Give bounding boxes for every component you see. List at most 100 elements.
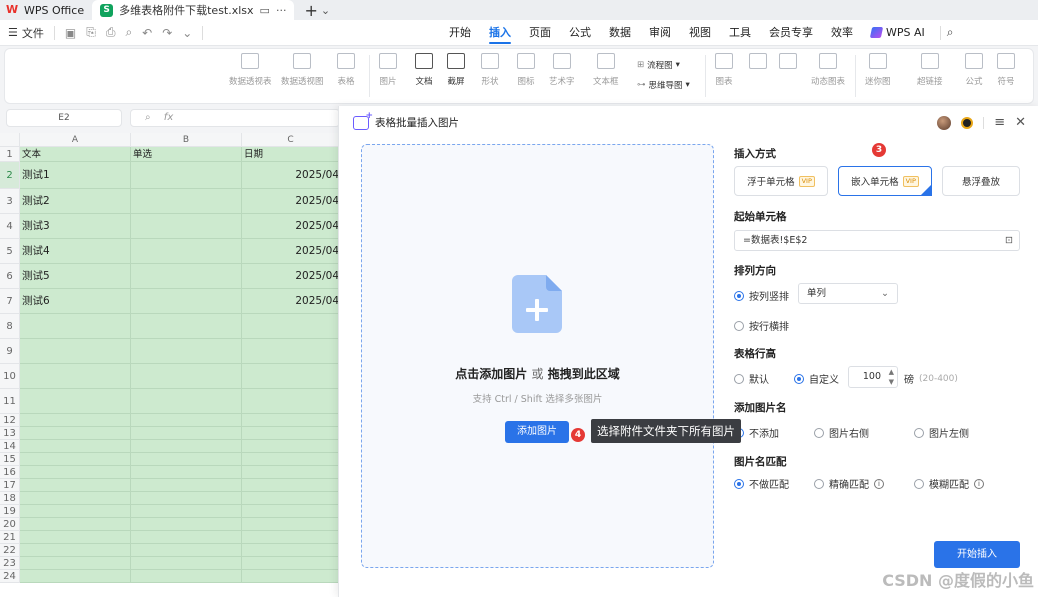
table-cell[interactable] — [20, 570, 131, 583]
table-cell[interactable] — [20, 414, 131, 427]
table-cell[interactable]: 测试1 — [20, 162, 131, 189]
header-cell[interactable]: 日期 — [242, 147, 340, 162]
table-cell[interactable] — [20, 440, 131, 453]
row-header[interactable]: 15 — [0, 453, 20, 466]
row-header[interactable]: 16 — [0, 466, 20, 479]
table-cell[interactable] — [20, 557, 131, 570]
chevron-down-icon[interactable]: ⌄ — [321, 4, 330, 17]
zoom-icon[interactable]: ⌕ — [145, 112, 151, 123]
row-header[interactable]: 10 — [0, 364, 20, 389]
name-right-radio[interactable]: 图片右侧 — [814, 425, 869, 440]
pivot-chart-button[interactable]: 数据透视图 — [281, 53, 324, 87]
file-menu[interactable]: 文件 — [22, 25, 44, 41]
dynamic-chart-button[interactable]: 动态图表 — [811, 53, 845, 87]
table-cell[interactable] — [131, 557, 242, 570]
new-tab-icon[interactable]: + — [304, 1, 317, 20]
formula-input[interactable]: ⌕ fx — [130, 109, 340, 127]
shape-button[interactable]: 形状 — [481, 53, 499, 87]
name-box[interactable]: E2 — [6, 109, 122, 127]
start-insert-button[interactable]: 开始插入 — [934, 541, 1020, 568]
float-over-cell-option[interactable]: 浮于单元格 VIP — [734, 166, 828, 196]
more-dots-icon[interactable]: ··· — [276, 4, 287, 17]
row-header[interactable]: 9 — [0, 339, 20, 364]
name-left-radio[interactable]: 图片左侧 — [914, 425, 969, 440]
sparkline-button[interactable]: 迷你图 — [865, 53, 891, 87]
table-cell[interactable] — [20, 531, 131, 544]
picture-drop-zone[interactable]: 点击添加图片 或 拖拽到此区域 支持 Ctrl / Shift 选择多张图片 添… — [361, 144, 714, 568]
redo-icon[interactable]: ↷ — [162, 26, 172, 40]
select-range-icon[interactable]: ⊡ — [1005, 231, 1013, 250]
table-cell[interactable] — [131, 427, 242, 440]
table-cell[interactable] — [242, 389, 340, 414]
table-cell[interactable] — [131, 505, 242, 518]
table-cell[interactable] — [131, 314, 242, 339]
row-header[interactable]: 11 — [0, 389, 20, 414]
table-cell[interactable] — [131, 162, 242, 189]
tab-efficiency[interactable]: 效率 — [822, 20, 862, 46]
flowchart-button[interactable]: ⊞ 流程图 ▾ — [637, 59, 680, 71]
print-icon[interactable]: ⎙ — [106, 25, 116, 40]
tab-view[interactable]: 视图 — [680, 20, 720, 46]
wordart-button[interactable]: 艺术字 — [549, 53, 575, 87]
table-cell[interactable] — [131, 492, 242, 505]
table-cell[interactable] — [242, 518, 340, 531]
symbol-button[interactable]: 符号 — [997, 53, 1015, 87]
table-cell[interactable] — [242, 314, 340, 339]
row-header[interactable]: 21 — [0, 531, 20, 544]
row-header[interactable]: 23 — [0, 557, 20, 570]
table-cell[interactable] — [20, 453, 131, 466]
tab-member[interactable]: 会员专享 — [760, 20, 822, 46]
row-header[interactable]: 12 — [0, 414, 20, 427]
row-header[interactable]: 13 — [0, 427, 20, 440]
table-cell[interactable] — [131, 389, 242, 414]
picture-button[interactable]: 图片 — [379, 53, 397, 87]
table-cell[interactable]: 2025/04 — [242, 264, 340, 289]
row-header[interactable]: 2 — [0, 162, 20, 189]
row-header[interactable]: 24 — [0, 570, 20, 583]
table-cell[interactable] — [242, 544, 340, 557]
row-height-input[interactable]: 100 ▲ ▼ — [848, 366, 898, 388]
row-header[interactable]: 22 — [0, 544, 20, 557]
table-cell[interactable]: 2025/04 — [242, 239, 340, 264]
table-cell[interactable] — [131, 239, 242, 264]
row-header[interactable]: 3 — [0, 189, 20, 214]
add-picture-button[interactable]: 添加图片 — [505, 421, 569, 443]
mindmap-button[interactable]: ⊶ 思维导图 ▾ — [637, 79, 690, 91]
table-cell[interactable] — [131, 518, 242, 531]
header-cell[interactable]: 单选 — [131, 147, 242, 162]
icon-button[interactable]: 图标 — [517, 53, 535, 87]
document-tab[interactable]: S 多维表格附件下载test.xlsx ▭ ··· — [92, 0, 295, 20]
row-height-default-radio[interactable]: 默认 — [734, 371, 769, 386]
info-icon[interactable]: i — [874, 478, 884, 489]
tab-wps-ai[interactable]: WPS AI — [862, 20, 934, 46]
table-cell[interactable] — [242, 414, 340, 427]
row-header[interactable]: 4 — [0, 214, 20, 239]
table-cell[interactable]: 2025/04 — [242, 289, 340, 314]
screenshot-button[interactable]: 截屏 — [447, 53, 465, 87]
line-chart-button[interactable] — [779, 53, 797, 75]
search-icon[interactable]: ⌕ — [947, 25, 954, 40]
table-cell[interactable]: 2025/04 — [242, 214, 340, 239]
table-cell[interactable] — [20, 518, 131, 531]
table-cell[interactable] — [20, 314, 131, 339]
pivot-table-button[interactable]: 数据透视表 — [229, 53, 272, 87]
table-cell[interactable] — [242, 505, 340, 518]
column-header[interactable]: A — [20, 133, 131, 147]
column-header[interactable]: C — [242, 133, 340, 147]
table-cell[interactable] — [242, 466, 340, 479]
header-cell[interactable]: 文本 — [20, 147, 131, 162]
table-cell[interactable] — [131, 453, 242, 466]
row-header[interactable]: 5 — [0, 239, 20, 264]
table-cell[interactable]: 2025/04 — [242, 162, 340, 189]
chart-button[interactable]: 图表 — [715, 53, 733, 87]
table-cell[interactable] — [20, 479, 131, 492]
match-fuzzy-radio[interactable]: 模糊匹配 i — [914, 476, 984, 491]
row-header[interactable]: 17 — [0, 479, 20, 492]
table-cell[interactable] — [131, 414, 242, 427]
formula-button[interactable]: 公式 — [965, 53, 983, 87]
table-cell[interactable] — [131, 364, 242, 389]
table-cell[interactable] — [131, 466, 242, 479]
table-button[interactable]: 表格 — [337, 53, 355, 87]
by-column-radio[interactable]: 按列竖排 — [734, 288, 789, 303]
table-cell[interactable] — [20, 492, 131, 505]
